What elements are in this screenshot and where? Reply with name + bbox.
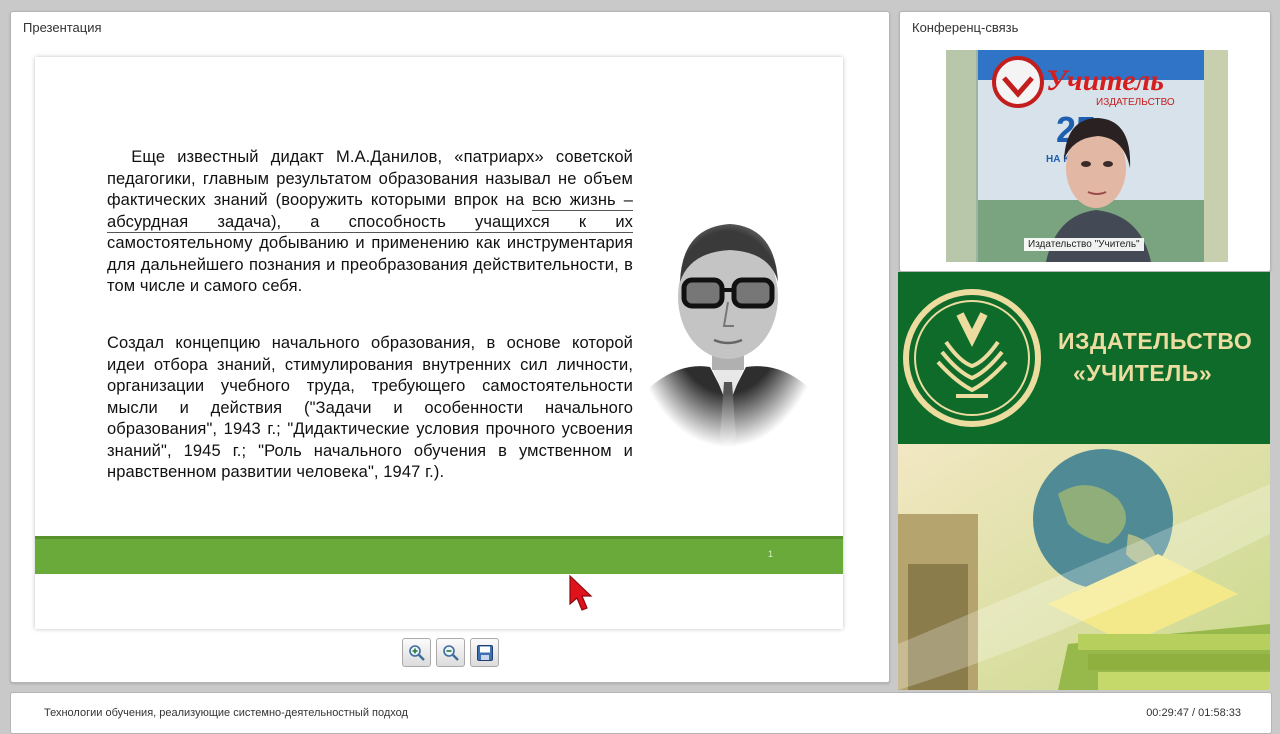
video-banner-sub: ИЗДАТЕЛЬСТВО: [1096, 97, 1175, 108]
playback-time: 00:29:47 / 01:58:33: [1146, 707, 1241, 719]
presentation-slide: Еще известный дидакт М.А.Данилов, «патри…: [35, 57, 843, 629]
conference-panel: Конференц-связь Учитель ИЗДАТЕЛЬСТВО 25 …: [899, 11, 1271, 272]
publisher-emblem-icon: [903, 289, 1041, 427]
slide-paragraph-2: Создал концепцию начального образования,…: [107, 334, 633, 481]
presentation-panel-title: Презентация: [23, 20, 102, 35]
mouse-cursor-icon: [569, 574, 593, 611]
video-frame: Учитель ИЗДАТЕЛЬСТВО 25 НА КНИЖ: [946, 50, 1228, 262]
presentation-panel: Презентация Еще известный дидакт М.А.Дан…: [10, 11, 890, 683]
zoom-out-icon: [442, 644, 459, 661]
zoom-in-icon: [408, 644, 425, 661]
status-bar: Технологии обучения, реализующие системн…: [10, 692, 1272, 734]
video-caption: Издательство "Учитель": [1024, 238, 1144, 251]
slide-paragraph-1-end: самостоятельному добыванию и применению …: [107, 234, 633, 295]
publisher-name-line1: ИЗДАТЕЛЬСТВО: [1058, 328, 1253, 354]
portrait-photo: [640, 202, 815, 447]
video-feed[interactable]: Учитель ИЗДАТЕЛЬСТВО 25 НА КНИЖ Издатель…: [946, 50, 1228, 262]
presentation-toolbar: [402, 638, 499, 667]
course-title: Технологии обучения, реализующие системн…: [44, 707, 408, 719]
publisher-name-line2: «УЧИТЕЛЬ»: [1073, 360, 1213, 386]
publisher-logo-banner: ИЗДАТЕЛЬСТВО «УЧИТЕЛЬ»: [898, 272, 1270, 444]
zoom-out-button[interactable]: [436, 638, 465, 667]
save-icon: [476, 644, 493, 661]
slide-paragraph-1: Еще известный дидакт М.А.Данилов, «патри…: [107, 147, 633, 298]
slide-number: 1: [767, 549, 773, 559]
books-globe-image: [898, 444, 1270, 690]
zoom-in-button[interactable]: [402, 638, 431, 667]
conference-panel-title: Конференц-связь: [912, 20, 1019, 35]
video-banner-brand: Учитель: [1046, 64, 1164, 97]
save-button[interactable]: [470, 638, 499, 667]
slide-footer-bar: 1: [35, 536, 843, 574]
